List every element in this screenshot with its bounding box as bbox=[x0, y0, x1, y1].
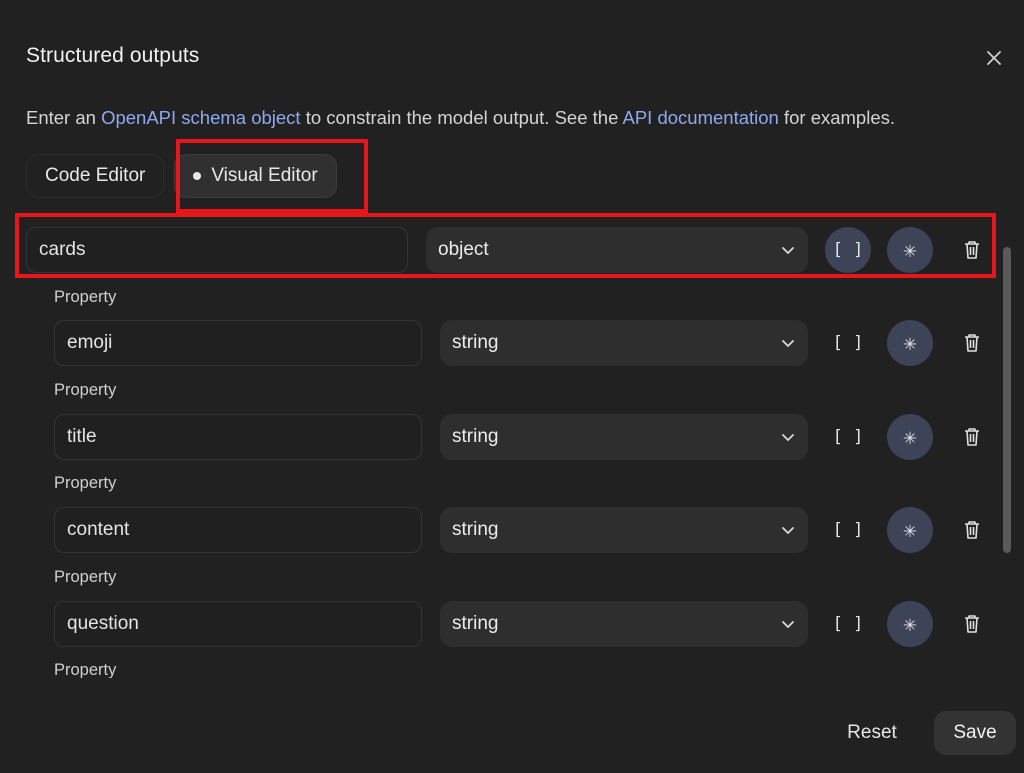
delete-button[interactable] bbox=[949, 601, 995, 647]
property-name-input[interactable]: question bbox=[54, 601, 422, 647]
property-name-input[interactable]: content bbox=[54, 507, 422, 553]
chevron-down-icon bbox=[782, 434, 794, 441]
active-dot-icon bbox=[193, 172, 202, 180]
trash-icon bbox=[965, 521, 979, 539]
delete-button[interactable] bbox=[949, 227, 995, 273]
required-toggle-button[interactable]: ✳ bbox=[887, 507, 933, 553]
delete-button[interactable] bbox=[949, 507, 995, 553]
root-property-row: cards object [ ] ✳ bbox=[0, 227, 1000, 273]
property-label: Property bbox=[54, 474, 117, 492]
property-row: emoji string [ ] ✳ bbox=[0, 320, 1000, 366]
property-type-select[interactable]: string bbox=[440, 414, 808, 460]
property-name-value: question bbox=[67, 613, 139, 634]
close-icon bbox=[987, 51, 1001, 65]
tab-label: Code Editor bbox=[45, 165, 146, 186]
root-type-value: object bbox=[438, 239, 489, 260]
array-toggle-button[interactable]: [ ] bbox=[825, 507, 871, 553]
property-type-select[interactable]: string bbox=[440, 320, 808, 366]
required-toggle-button[interactable]: ✳ bbox=[887, 320, 933, 366]
close-button[interactable] bbox=[980, 44, 1008, 72]
property-type-value: string bbox=[452, 332, 499, 353]
trash-icon bbox=[965, 241, 979, 259]
array-toggle-button[interactable]: [ ] bbox=[825, 414, 871, 460]
property-row: title string [ ] ✳ bbox=[0, 414, 1000, 460]
root-type-select[interactable]: object bbox=[426, 227, 808, 273]
editor-tabs: Code Editor Visual Editor bbox=[26, 154, 337, 198]
required-toggle-button[interactable]: ✳ bbox=[887, 227, 933, 273]
root-name-value: cards bbox=[39, 239, 86, 260]
property-name-input[interactable]: title bbox=[54, 414, 422, 460]
property-type-value: string bbox=[452, 613, 499, 634]
property-type-select[interactable]: string bbox=[440, 601, 808, 647]
array-brackets-icon: [ ] bbox=[832, 520, 864, 540]
delete-button[interactable] bbox=[949, 320, 995, 366]
trash-icon bbox=[965, 334, 979, 352]
property-name-value: title bbox=[67, 426, 97, 447]
property-label: Property bbox=[54, 568, 117, 586]
trash-icon bbox=[965, 428, 979, 446]
openapi-schema-link[interactable]: OpenAPI schema object bbox=[101, 107, 301, 128]
chevron-down-icon bbox=[782, 247, 794, 254]
structured-outputs-dialog: Structured outputs Enter an OpenAPI sche… bbox=[0, 0, 1024, 773]
array-brackets-icon: [ ] bbox=[832, 427, 864, 447]
asterisk-icon: ✳ bbox=[903, 517, 917, 543]
property-label: Property bbox=[54, 288, 117, 306]
trash-icon bbox=[965, 615, 979, 633]
property-label: Property bbox=[54, 381, 117, 399]
description-text: to constrain the model output. See the bbox=[300, 107, 623, 128]
property-row: question string [ ] ✳ bbox=[0, 601, 1000, 647]
array-toggle-button[interactable]: [ ] bbox=[825, 601, 871, 647]
asterisk-icon: ✳ bbox=[903, 330, 917, 356]
property-type-select[interactable]: string bbox=[440, 507, 808, 553]
save-button[interactable]: Save bbox=[934, 711, 1016, 755]
property-row: content string [ ] ✳ bbox=[0, 507, 1000, 553]
asterisk-icon: ✳ bbox=[903, 237, 917, 263]
tab-label: Visual Editor bbox=[211, 165, 318, 186]
array-brackets-icon: [ ] bbox=[832, 614, 864, 634]
scrollbar[interactable] bbox=[1003, 247, 1011, 553]
delete-button[interactable] bbox=[949, 414, 995, 460]
property-name-value: emoji bbox=[67, 332, 113, 353]
api-documentation-link[interactable]: API documentation bbox=[623, 107, 779, 128]
property-label: Property bbox=[54, 661, 117, 678]
array-toggle-button[interactable]: [ ] bbox=[825, 320, 871, 366]
chevron-down-icon bbox=[782, 340, 794, 347]
property-name-input[interactable]: emoji bbox=[54, 320, 422, 366]
array-brackets-icon: [ ] bbox=[832, 333, 864, 353]
tab-code-editor[interactable]: Code Editor bbox=[26, 154, 165, 198]
description-text: for examples. bbox=[778, 107, 896, 128]
property-type-value: string bbox=[452, 426, 499, 447]
property-type-value: string bbox=[452, 519, 499, 540]
reset-button[interactable]: Reset bbox=[832, 711, 912, 755]
array-brackets-icon: [ ] bbox=[832, 240, 864, 260]
required-toggle-button[interactable]: ✳ bbox=[887, 601, 933, 647]
asterisk-icon: ✳ bbox=[903, 424, 917, 450]
array-toggle-button[interactable]: [ ] bbox=[825, 227, 871, 273]
chevron-down-icon bbox=[782, 527, 794, 534]
property-name-value: content bbox=[67, 519, 130, 540]
root-name-input[interactable]: cards bbox=[26, 227, 408, 273]
required-toggle-button[interactable]: ✳ bbox=[887, 414, 933, 460]
asterisk-icon: ✳ bbox=[903, 611, 917, 637]
tab-visual-editor[interactable]: Visual Editor bbox=[174, 154, 337, 198]
chevron-down-icon bbox=[782, 621, 794, 628]
dialog-description: Enter an OpenAPI schema object to constr… bbox=[26, 107, 895, 129]
dialog-title: Structured outputs bbox=[26, 44, 200, 67]
description-text: Enter an bbox=[26, 107, 102, 128]
properties-list[interactable]: Property emoji string [ ] ✳ Property tit… bbox=[0, 280, 1000, 678]
